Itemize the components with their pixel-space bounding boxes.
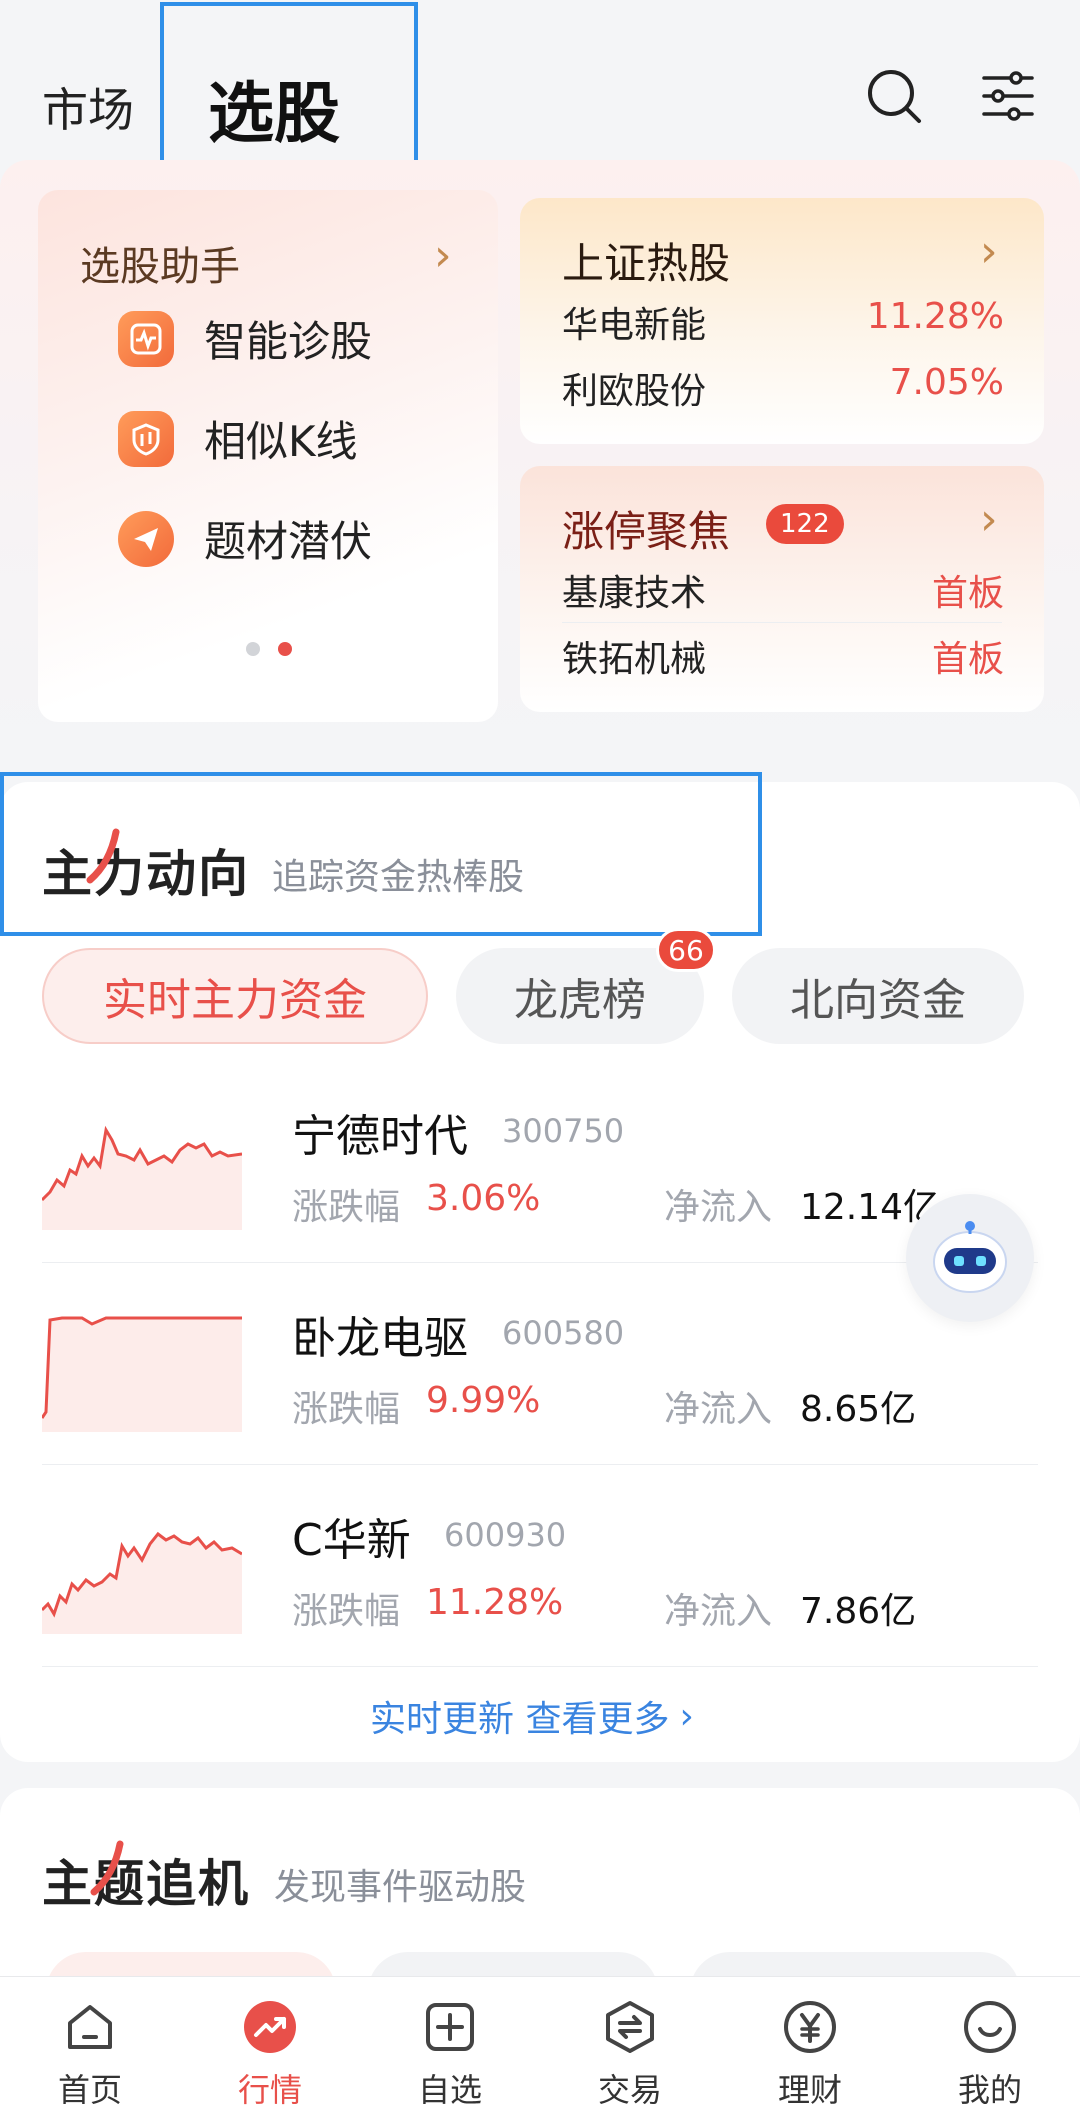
chevron-right-icon[interactable]: › bbox=[980, 226, 998, 277]
stock-name: C华新 bbox=[292, 1515, 411, 1566]
tab-market[interactable]: 市场 bbox=[42, 74, 134, 140]
chevron-right-icon: › bbox=[679, 1695, 694, 1737]
inflow-value: 8.65亿 bbox=[800, 1389, 917, 1430]
limit-up-stock-name[interactable]: 基康技术 bbox=[562, 564, 706, 616]
main-flow-subtitle: 追踪资金热棒股 bbox=[272, 857, 525, 898]
nav-label: 交易 bbox=[597, 2071, 662, 2109]
assistant-item-label: 智能诊股 bbox=[204, 317, 373, 366]
stock-name: 宁德时代 bbox=[292, 1111, 468, 1162]
main-flow-title: 主力动向 bbox=[42, 845, 250, 903]
assistant-title: 选股助手 bbox=[80, 244, 240, 290]
nav-label: 首页 bbox=[57, 2071, 122, 2109]
brand-slash-mark bbox=[86, 828, 120, 884]
limit-up-title: 涨停聚焦 bbox=[562, 507, 731, 556]
nav-trade[interactable]: 交易 bbox=[540, 1977, 720, 2128]
search-button[interactable] bbox=[858, 60, 930, 132]
dragon-tiger-badge: 66 bbox=[656, 928, 716, 972]
sparkline-chart bbox=[42, 1531, 242, 1634]
filter-settings-button[interactable] bbox=[972, 60, 1044, 132]
limit-up-stock-name[interactable]: 铁拓机械 bbox=[562, 630, 706, 682]
home-icon bbox=[68, 2005, 112, 2049]
inflow-label: 净流入 bbox=[664, 1591, 773, 1632]
diagnosis-icon bbox=[118, 310, 174, 367]
nav-watchlist[interactable]: 自选 bbox=[360, 1977, 540, 2128]
page-dot-2-active bbox=[278, 642, 292, 656]
change-value: 9.99% bbox=[426, 1380, 541, 1421]
profile-smile-icon bbox=[964, 2001, 1016, 2053]
brand-slash-mark bbox=[90, 1840, 124, 1896]
stock-row[interactable]: 宁德时代 300750 涨跌幅 3.06% 净流入 12.14亿 bbox=[42, 1090, 1042, 1270]
watchlist-plus-icon bbox=[426, 2003, 474, 2051]
change-label: 涨跌幅 bbox=[292, 1187, 401, 1228]
chevron-right-icon[interactable]: › bbox=[980, 494, 998, 545]
limit-up-tag: 首板 bbox=[931, 573, 1004, 614]
sh-hot-stocks-card[interactable]: 上证热股 › 华电新能 11.28% 利欧股份 7.05% bbox=[520, 198, 1044, 444]
nav-label: 自选 bbox=[417, 2071, 482, 2109]
kline-shield-icon bbox=[118, 410, 174, 467]
limit-up-count-badge: 122 bbox=[766, 504, 844, 544]
limit-up-tag: 首板 bbox=[931, 639, 1004, 680]
change-value: 11.28% bbox=[426, 1582, 564, 1623]
market-trend-icon bbox=[244, 2001, 296, 2053]
trade-exchange-icon bbox=[606, 2001, 654, 2053]
assistant-item-theme[interactable]: 题材潜伏 bbox=[118, 508, 372, 569]
nav-label: 理财 bbox=[777, 2071, 842, 2109]
bottom-navigation: 首页 行情 自选 交易 理财 我的 bbox=[0, 1976, 1080, 2128]
stock-assistant-card[interactable]: 选股助手 › 智能诊股 相似K线 题材潜伏 bbox=[38, 190, 498, 722]
sparkline-chart bbox=[42, 1125, 242, 1230]
nav-label: 我的 bbox=[957, 2071, 1022, 2109]
nav-wealth[interactable]: 理财 bbox=[720, 1977, 900, 2128]
view-more-link[interactable]: 实时更新 查看更多 › bbox=[370, 1690, 694, 1742]
theme-plane-icon bbox=[118, 510, 174, 567]
stock-name: 卧龙电驱 bbox=[292, 1313, 468, 1364]
hot-stock-change: 7.05% bbox=[889, 362, 1004, 403]
change-label: 涨跌幅 bbox=[292, 1591, 401, 1632]
robot-icon bbox=[933, 1221, 1007, 1293]
stock-row[interactable]: 卧龙电驱 600580 涨跌幅 9.99% 净流入 8.65亿 bbox=[42, 1292, 1042, 1472]
inflow-value: 7.86亿 bbox=[800, 1591, 917, 1632]
assistant-item-label: 相似K线 bbox=[204, 417, 358, 466]
limit-up-focus-card[interactable]: 涨停聚焦 122 › 基康技术 首板 铁拓机械 首板 bbox=[520, 466, 1044, 712]
nav-label: 行情 bbox=[237, 2071, 302, 2109]
tab-stock-select[interactable]: 选股 bbox=[208, 60, 340, 156]
stock-code: 600930 bbox=[444, 1516, 567, 1554]
assistant-robot-button[interactable] bbox=[906, 1194, 1034, 1322]
row-divider bbox=[42, 1262, 1038, 1263]
tab-northbound-funds[interactable]: 北向资金 bbox=[732, 948, 1024, 1044]
change-value: 3.06% bbox=[426, 1178, 541, 1219]
nav-market[interactable]: 行情 bbox=[180, 1977, 360, 2128]
assistant-item-label: 题材潜伏 bbox=[204, 517, 373, 566]
stock-code: 600580 bbox=[502, 1314, 625, 1352]
view-more-label: 实时更新 查看更多 bbox=[370, 1699, 670, 1740]
row-divider bbox=[562, 622, 1002, 623]
change-label: 涨跌幅 bbox=[292, 1389, 401, 1430]
page-dot-1 bbox=[246, 642, 260, 656]
stock-row[interactable]: C华新 600930 涨跌幅 11.28% 净流入 7.86亿 bbox=[42, 1494, 1042, 1674]
inflow-label: 净流入 bbox=[664, 1187, 773, 1228]
assistant-item-similar-kline[interactable]: 相似K线 bbox=[118, 408, 358, 469]
hot-stock-name[interactable]: 华电新能 bbox=[562, 296, 706, 348]
nav-profile[interactable]: 我的 bbox=[900, 1977, 1080, 2128]
inflow-label: 净流入 bbox=[664, 1389, 773, 1430]
theme-chase-subtitle: 发现事件驱动股 bbox=[274, 1867, 527, 1908]
hot-stock-change: 11.28% bbox=[866, 296, 1004, 337]
search-icon bbox=[868, 70, 921, 123]
row-divider bbox=[42, 1464, 1038, 1465]
assistant-item-diagnosis[interactable]: 智能诊股 bbox=[118, 308, 372, 369]
tab-realtime-main-funds[interactable]: 实时主力资金 bbox=[42, 948, 428, 1044]
nav-home[interactable]: 首页 bbox=[0, 1977, 180, 2128]
sparkline-chart bbox=[42, 1316, 242, 1432]
theme-chase-title: 主题追机 bbox=[42, 1855, 250, 1913]
chevron-right-icon[interactable]: › bbox=[434, 230, 452, 281]
hot-stocks-title: 上证热股 bbox=[562, 239, 731, 288]
stock-code: 300750 bbox=[502, 1112, 625, 1150]
row-divider bbox=[42, 1666, 1038, 1667]
wealth-yen-icon bbox=[784, 2001, 836, 2053]
hot-stock-name[interactable]: 利欧股份 bbox=[562, 362, 706, 414]
sliders-icon bbox=[982, 71, 1034, 121]
